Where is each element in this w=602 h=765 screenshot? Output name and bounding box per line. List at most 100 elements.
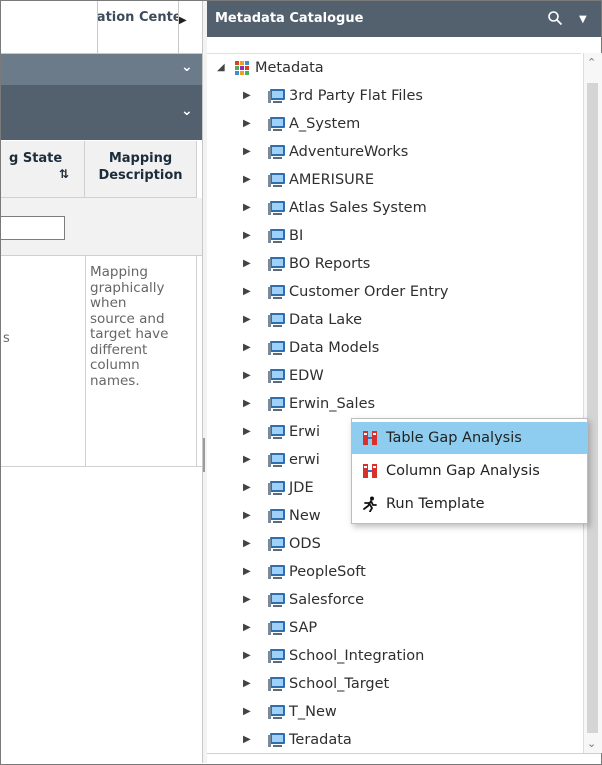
expand-icon[interactable]: ▶ [243,530,251,558]
computer-icon [268,481,285,495]
chevron-down-icon[interactable]: ⌄ [181,59,193,75]
sort-icon[interactable]: ⇅ [59,167,69,181]
mapping-description-cell: Mapping graphically when source and targ… [90,264,196,389]
tree-node-label: Erwi [289,424,321,440]
expand-icon[interactable]: ▶ [243,222,251,250]
context-menu: Table Gap Analysis Column Gap Analysis R… [351,418,588,524]
expand-icon[interactable]: ▶ [243,390,251,418]
computer-icon [268,285,285,299]
run-icon [363,496,377,512]
tree-node-label: EDW [289,368,324,384]
tree-root-label: Metadata [255,60,324,76]
expand-icon[interactable]: ▶ [243,726,251,754]
expand-icon[interactable]: ▶ [243,642,251,670]
column-header-state[interactable]: g State ⇅ [1,141,85,198]
computer-icon [268,733,285,747]
search-icon[interactable] [547,10,563,26]
computer-icon [268,145,285,159]
menu-item-label: Run Template [386,496,485,512]
computer-icon [268,677,285,691]
expand-icon[interactable]: ▶ [243,558,251,586]
panel-header: Metadata Catalogue ▼ [207,1,601,37]
description-line: target have [90,326,169,342]
scroll-up-icon[interactable]: ⌃ [587,56,596,69]
computer-icon [268,313,285,327]
splitter-grip[interactable] [203,438,205,472]
column-header-label: Mapping [108,151,173,166]
tree-node-label: School_Target [289,676,390,692]
panel-footer [207,753,601,764]
section-bar: ⌄ [1,54,202,85]
expand-icon[interactable]: ▶ [243,614,251,642]
menu-item-table-gap-analysis[interactable]: Table Gap Analysis [352,422,587,454]
computer-icon [268,425,285,439]
description-line: Mapping [90,264,148,280]
expand-icon[interactable]: ▶ [243,138,251,166]
description-line: source and [90,310,165,327]
computer-icon [268,117,285,131]
scrollbar-thumb[interactable] [587,83,598,733]
tree-node-label: Salesforce [289,592,365,608]
description-line: different [90,341,148,358]
tree-node-label: A_System [289,116,361,132]
gap-analysis-icon [363,431,377,445]
description-line: column [90,357,140,373]
vertical-scrollbar[interactable]: ⌃ ⌄ [583,53,602,753]
computer-icon [268,649,285,663]
expand-icon[interactable]: ▶ [243,362,251,390]
expand-icon[interactable]: ▶ [243,306,251,334]
expand-icon[interactable]: ▶ [243,418,251,446]
expand-icon[interactable]: ▶ [243,474,251,502]
gap-analysis-icon [363,464,377,478]
tree-node-label: Teradata [289,732,352,748]
tree-node-label: BI [289,228,304,244]
computer-icon [268,173,285,187]
tree-node-label: JDE [289,480,314,496]
expand-icon[interactable]: ▶ [243,502,251,530]
metadata-catalogue-panel: Metadata Catalogue ▼ ◢ Metadata ▶ 3rd Par… [207,1,602,764]
tree-node-label: BO Reports [289,256,371,272]
expand-icon[interactable]: ▶ [243,278,251,306]
description-line: when [90,295,127,311]
computer-icon [268,593,285,607]
metadata-grid-icon [235,61,249,75]
tab-label: Collaboration Center [97,10,178,25]
column-header-mapping-description[interactable]: Mapping Description [85,141,197,198]
tab-collaboration-center[interactable]: Collaboration Center [97,1,179,53]
computer-icon [268,201,285,215]
expand-icon[interactable]: ▶ [243,250,251,278]
computer-icon [268,397,285,411]
computer-icon [268,565,285,579]
column-header-label: g State [9,151,63,166]
description-line: graphically [90,279,165,296]
expand-icon[interactable]: ▶ [243,166,251,194]
row-divider [1,466,202,467]
expand-icon[interactable]: ▶ [243,194,251,222]
grid-header-bar: ⌄ [1,85,202,199]
expand-icon[interactable]: ▶ [243,334,251,362]
tree-node-label: AMERISURE [289,172,374,188]
expand-icon[interactable]: ▶ [243,698,251,726]
metadata-tree: ◢ Metadata ▶ 3rd Party Flat Files ▶ A_Syste… [207,53,581,754]
tab-scroll-right-icon[interactable]: ▶ [179,15,187,26]
collapse-icon[interactable]: ◢ [217,54,225,82]
tree-node-label: New [289,508,321,524]
expand-icon[interactable]: ▶ [243,670,251,698]
menu-item-run-template[interactable]: Run Template [352,488,587,520]
expand-icon[interactable]: ▶ [243,446,251,474]
tree-node-label: ODS [289,536,321,552]
chevron-down-icon[interactable]: ▼ [579,14,587,25]
computer-icon [268,537,285,551]
menu-item-column-gap-analysis[interactable]: Column Gap Analysis [352,455,587,487]
tree-node-label: T_New [289,704,337,720]
expand-icon[interactable]: ▶ [243,586,251,614]
tree-node-label: PeopleSoft [289,564,366,580]
scroll-down-icon[interactable]: ⌄ [587,737,596,750]
expand-icon[interactable]: ▶ [243,110,251,138]
computer-icon [268,89,285,103]
tree-node-label: Erwin_Sales [289,396,376,412]
chevron-down-icon[interactable]: ⌄ [181,103,193,119]
computer-icon [268,257,285,271]
expand-icon[interactable]: ▶ [243,82,251,110]
filter-input[interactable] [1,216,65,240]
